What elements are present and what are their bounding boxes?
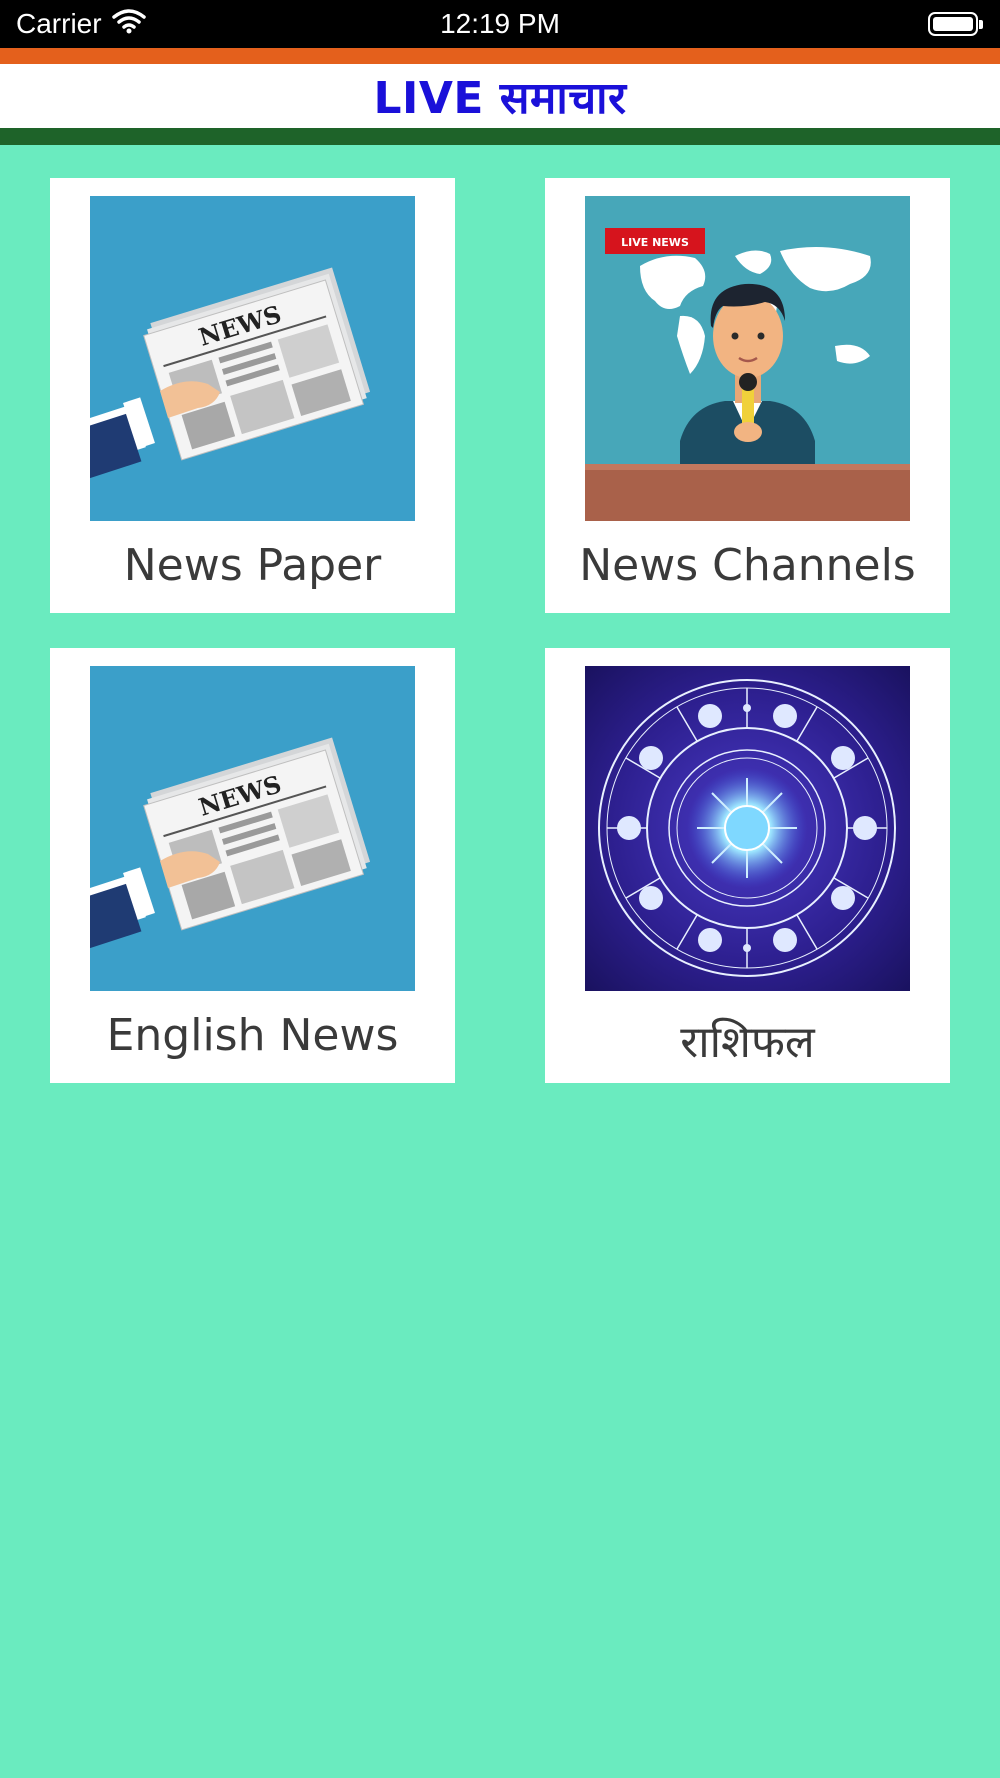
clock: 12:19 PM	[440, 8, 560, 39]
english-news-card[interactable]: NEWS English News	[50, 648, 455, 1083]
newspaper-in-hand-icon: NEWS	[90, 196, 415, 521]
header-bottom-stripe	[0, 128, 1000, 145]
zodiac-wheel-icon	[585, 666, 910, 991]
card-label: News Channels	[579, 540, 916, 591]
header-top-stripe	[0, 48, 1000, 64]
news-anchor-icon: LIVE NEWS	[585, 196, 910, 521]
wifi-icon	[111, 8, 146, 41]
card-label: राशिफल	[680, 1017, 815, 1068]
rashifal-card[interactable]: राशिफल	[545, 648, 950, 1083]
app-title: LIVE समाचार	[373, 73, 627, 124]
carrier-label: Carrier	[16, 8, 102, 39]
status-bar: Carrier 12:19 PM	[0, 0, 1000, 48]
battery-icon	[928, 12, 983, 36]
card-label: News Paper	[123, 540, 382, 591]
card-label: English News	[106, 1010, 399, 1061]
app-header: LIVE समाचार	[0, 64, 1000, 128]
status-left: Carrier	[16, 8, 146, 41]
live-news-badge: LIVE NEWS	[621, 236, 689, 249]
news-channels-card[interactable]: LIVE NEWS News Channels	[545, 178, 950, 613]
news-paper-card[interactable]: NEWS News Paper	[50, 178, 455, 613]
newspaper-in-hand-icon: NEWS	[90, 666, 415, 991]
